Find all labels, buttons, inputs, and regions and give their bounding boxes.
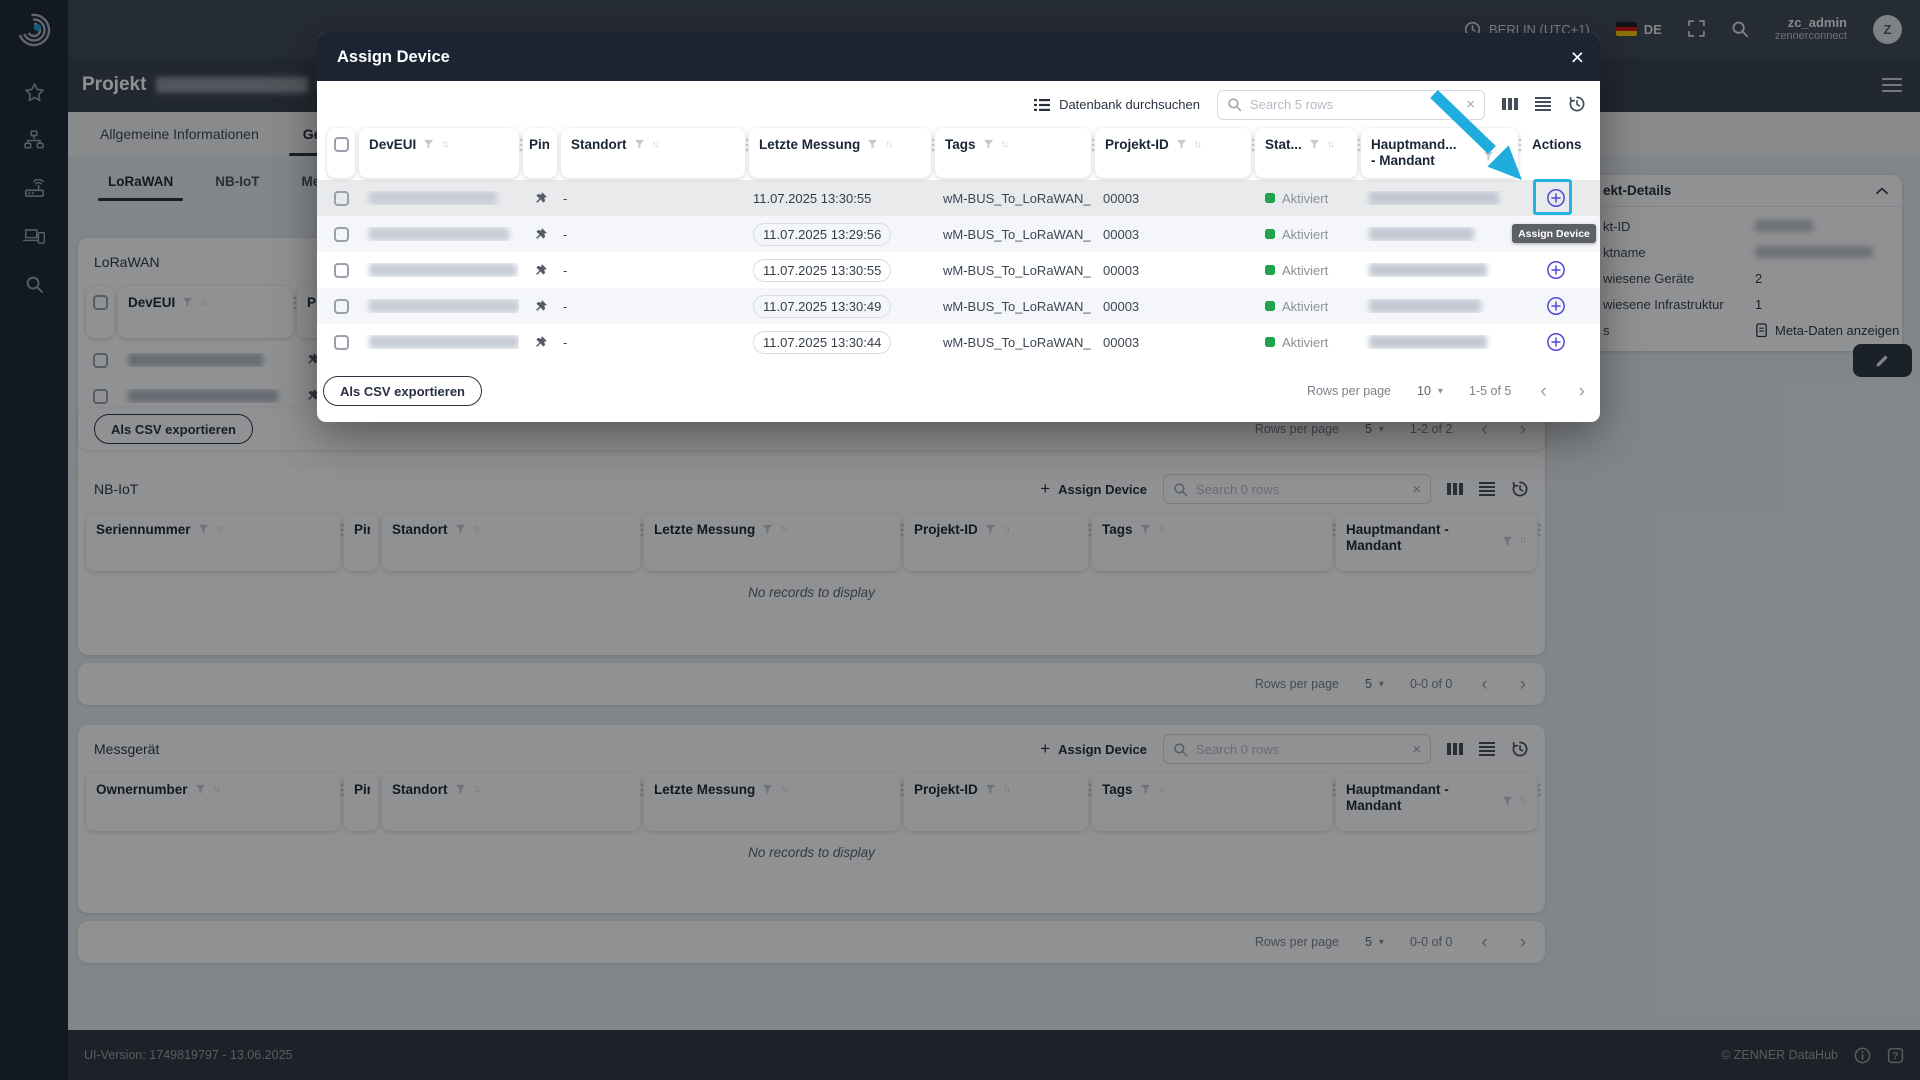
pin-icon[interactable] xyxy=(533,190,548,206)
redacted-deveui xyxy=(369,335,519,349)
sort-icon[interactable]: ↑↓ xyxy=(441,139,447,150)
filter-icon[interactable] xyxy=(983,139,994,150)
sort-icon[interactable]: ↑↓ xyxy=(1001,139,1007,150)
filter-icon[interactable] xyxy=(867,139,878,150)
pin-icon[interactable] xyxy=(533,226,548,242)
modal-table-header: DevEUI↑↓ Pin Standort↑↓ Letzte Messung↑↓… xyxy=(317,128,1600,178)
close-icon[interactable]: × xyxy=(1571,46,1584,69)
status-green-dot xyxy=(1265,265,1275,275)
sort-icon[interactable]: ↑↓ xyxy=(652,139,658,150)
select-all-checkbox[interactable] xyxy=(334,137,349,152)
redacted-hauptmandant xyxy=(1369,191,1499,205)
assign-device-row-button[interactable] xyxy=(1544,294,1568,318)
status-green-dot xyxy=(1265,229,1275,239)
density-icon[interactable] xyxy=(1535,96,1551,114)
filter-icon[interactable] xyxy=(1176,139,1187,150)
app-root: BERLIN (UTC+1) DE zc_admin zennerconnect… xyxy=(0,0,1920,1080)
pin-icon[interactable] xyxy=(533,334,548,350)
modal-header: Assign Device × xyxy=(317,33,1600,81)
sort-icon[interactable]: ↑↓ xyxy=(1327,139,1333,150)
rows-per-page-label: Rows per page xyxy=(1307,384,1391,398)
pin-icon[interactable] xyxy=(533,262,548,278)
modal-title: Assign Device xyxy=(337,48,450,67)
row-checkbox[interactable] xyxy=(334,299,349,314)
redacted-hauptmandant xyxy=(1369,335,1487,349)
modal-search: × xyxy=(1217,90,1485,120)
status-green-dot xyxy=(1265,193,1275,203)
assign-device-modal: Assign Device × Datenbank durchsuchen × … xyxy=(317,33,1600,422)
column-header-standort[interactable]: Standort↑↓ xyxy=(561,128,745,178)
modal-pagination: Rows per page 10▾ 1-5 of 5 ‹ › xyxy=(1307,382,1588,401)
modal-toolbar: Datenbank durchsuchen × xyxy=(317,81,1600,128)
filter-icon[interactable] xyxy=(634,139,645,150)
modal-search-input[interactable] xyxy=(1250,97,1458,112)
circle-plus-icon xyxy=(1546,332,1566,352)
filter-icon[interactable] xyxy=(1483,151,1494,162)
circle-plus-icon xyxy=(1546,188,1566,208)
device-row[interactable]: - 11.07.2025 13:30:44 wM-BUS_To_LoRaWAN_… xyxy=(317,324,1600,360)
redacted-deveui xyxy=(369,191,497,205)
column-header-pin[interactable]: Pin xyxy=(523,128,557,178)
sort-icon[interactable]: ↑↓ xyxy=(1194,139,1200,150)
device-row[interactable]: - 11.07.2025 13:30:49 wM-BUS_To_LoRaWAN_… xyxy=(317,288,1600,324)
column-header-actions: Actions xyxy=(1522,128,1590,178)
filter-icon[interactable] xyxy=(1309,139,1320,150)
page-size-select[interactable]: 10▾ xyxy=(1417,384,1443,398)
circle-plus-icon xyxy=(1546,296,1566,316)
status-green-dot xyxy=(1265,301,1275,311)
modal-csv-export-button[interactable]: Als CSV exportieren xyxy=(323,376,482,406)
redacted-hauptmandant xyxy=(1369,263,1487,277)
column-header-letzte-messung[interactable]: Letzte Messung↑↓ xyxy=(749,128,931,178)
assign-device-row-button[interactable] xyxy=(1544,330,1568,354)
redacted-deveui xyxy=(369,263,517,277)
clear-search-icon[interactable]: × xyxy=(1466,97,1475,112)
device-row[interactable]: - 11.07.2025 13:29:56 wM-BUS_To_LoRaWAN_… xyxy=(317,216,1600,252)
sort-icon[interactable]: ↑↓ xyxy=(1500,148,1506,164)
select-all-cell xyxy=(327,128,355,178)
redacted-deveui xyxy=(369,227,509,241)
column-header-projekt-id[interactable]: Projekt-ID↑↓ xyxy=(1095,128,1251,178)
status-green-dot xyxy=(1265,337,1275,347)
database-rows-icon xyxy=(1034,99,1050,111)
filter-icon[interactable] xyxy=(423,139,434,150)
modal-footer: Als CSV exportieren Rows per page 10▾ 1-… xyxy=(317,360,1600,422)
row-checkbox[interactable] xyxy=(334,263,349,278)
redacted-hauptmandant xyxy=(1369,227,1474,241)
column-header-deveui[interactable]: DevEUI↑↓ xyxy=(359,128,519,178)
column-header-tags[interactable]: Tags↑↓ xyxy=(935,128,1091,178)
page-range: 1-5 of 5 xyxy=(1469,384,1511,398)
database-search-toggle[interactable]: Datenbank durchsuchen xyxy=(1034,97,1200,112)
history-icon[interactable] xyxy=(1568,95,1586,113)
column-header-status[interactable]: Stat...↑↓ xyxy=(1255,128,1357,178)
device-row[interactable]: - 11.07.2025 13:30:55 wM-BUS_To_LoRaWAN_… xyxy=(317,252,1600,288)
column-header-hauptmandant[interactable]: Hauptmand... - Mandant ↑↓ xyxy=(1361,128,1518,178)
caret-down-icon: ▾ xyxy=(1438,386,1443,397)
columns-icon[interactable] xyxy=(1502,96,1518,114)
redacted-hauptmandant xyxy=(1369,299,1481,313)
row-checkbox[interactable] xyxy=(334,191,349,206)
redacted-deveui xyxy=(369,299,519,313)
row-checkbox[interactable] xyxy=(334,227,349,242)
assign-device-row-button[interactable] xyxy=(1544,186,1568,210)
pin-icon[interactable] xyxy=(533,298,548,314)
circle-plus-icon xyxy=(1546,260,1566,280)
row-checkbox[interactable] xyxy=(334,335,349,350)
next-page-icon[interactable]: › xyxy=(1576,382,1588,401)
device-row[interactable]: - 11.07.2025 13:30:55 wM-BUS_To_LoRaWAN_… xyxy=(317,180,1600,216)
search-icon xyxy=(1227,97,1242,112)
sort-icon[interactable]: ↑↓ xyxy=(885,139,891,150)
assign-device-tooltip: Assign Device xyxy=(1512,224,1596,243)
prev-page-icon[interactable]: ‹ xyxy=(1537,382,1549,401)
assign-device-row-button[interactable] xyxy=(1544,258,1568,282)
